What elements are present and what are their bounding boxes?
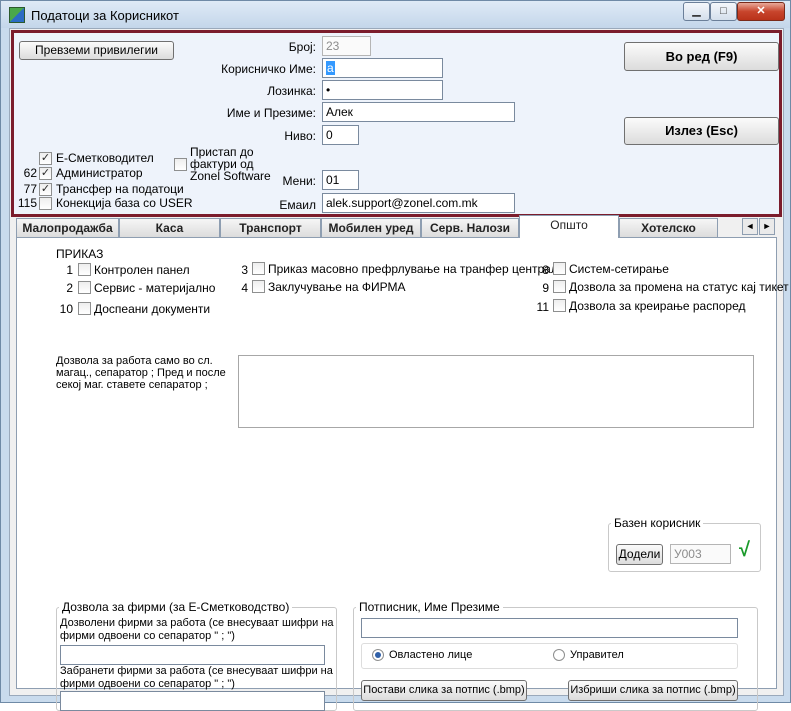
- username-label: Корисничко Име:: [221, 62, 316, 76]
- maximize-button[interactable]: □: [710, 2, 737, 21]
- level-field[interactable]: 0: [322, 125, 359, 145]
- perm-10-num: 10: [59, 302, 73, 316]
- admin-checkbox[interactable]: ✓: [39, 167, 52, 180]
- perm-10-label: Доспеани документи: [94, 302, 211, 316]
- menu-field[interactable]: 01: [322, 170, 359, 190]
- signer-title: Потписник, Име Презиме: [356, 600, 503, 614]
- tab-retail[interactable]: Малопродажба: [16, 218, 119, 237]
- allowed-firms-field[interactable]: [60, 645, 325, 665]
- perm-4-num: 4: [241, 281, 248, 295]
- tab-transport[interactable]: Транспорт: [220, 218, 321, 237]
- set-signature-button[interactable]: Постави слика за потпис (.bmp): [361, 680, 527, 701]
- firms-group: Дозвола за фирми (за Е-Сметководство) До…: [56, 600, 337, 711]
- perm-1-checkbox[interactable]: [78, 263, 91, 276]
- transfer-checkbox[interactable]: ✓: [39, 183, 52, 196]
- perm-4-label: Заклучување на ФИРМА: [268, 280, 406, 294]
- transfer-num: 77: [23, 182, 37, 196]
- authorized-radio[interactable]: [372, 649, 384, 661]
- perm-2-num: 2: [66, 281, 73, 295]
- broj-label: Број:: [288, 40, 316, 54]
- perm-10-checkbox[interactable]: [78, 302, 91, 315]
- tab-general[interactable]: Општо: [519, 215, 619, 238]
- signer-group: Потписник, Име Презиме Овластено лице Уп…: [353, 600, 758, 711]
- ok-button[interactable]: Во ред (F9): [624, 42, 779, 71]
- transfer-label: Трансфер на податоци: [56, 182, 184, 196]
- perm-2-checkbox[interactable]: [78, 281, 91, 294]
- password-field[interactable]: •: [322, 80, 443, 100]
- perm-9-label: Дозвола за промена на статус кај тикет: [569, 280, 789, 294]
- perm-4-checkbox[interactable]: [252, 280, 265, 293]
- display-heading: ПРИКАЗ: [56, 247, 104, 261]
- perm-9-checkbox[interactable]: [553, 280, 566, 293]
- fullname-field[interactable]: Алек: [322, 102, 515, 122]
- perm-2-label: Сервис - материјално: [94, 281, 216, 295]
- username-value: a: [326, 61, 335, 75]
- broj-field[interactable]: 23: [322, 36, 371, 56]
- base-user-field[interactable]: У003: [670, 544, 731, 564]
- firms-title: Дозвола за фирми (за Е-Сметководство): [59, 600, 293, 614]
- usb-label: Конекција база со USER: [56, 196, 193, 210]
- perm-11-num: 11: [536, 300, 549, 314]
- e-accountant-checkbox[interactable]: ✓: [39, 152, 52, 165]
- usb-checkbox[interactable]: [39, 197, 52, 210]
- zonel-access-checkbox[interactable]: [174, 158, 187, 171]
- tab-cash[interactable]: Каса: [119, 218, 220, 237]
- signer-role-box: Овластено лице Управител: [361, 643, 738, 669]
- usb-num: 115: [17, 196, 37, 210]
- base-user-group: Базен корисник Додели У003 √: [608, 516, 761, 572]
- tab-panel-general: ПРИКАЗ 1 Контролен панел 2 Сервис - мате…: [16, 237, 789, 711]
- username-field[interactable]: a: [322, 58, 443, 78]
- tab-scroll-left[interactable]: ◄: [742, 218, 758, 235]
- fullname-label: Име и Презиме:: [226, 106, 316, 120]
- manager-label: Управител: [570, 649, 624, 661]
- perm-3-num: 3: [241, 263, 248, 277]
- user-header-panel: Превземи привилегии Број: 23 Корисничко …: [11, 30, 782, 217]
- base-user-title: Базен корисник: [611, 516, 704, 530]
- delete-signature-button[interactable]: Избриши слика за потпис (.bmp): [568, 680, 738, 701]
- zonel-access-label: Пристап до фактури од Zonel Software: [190, 145, 271, 183]
- privileges-button[interactable]: Превземи привилегии: [19, 41, 174, 60]
- close-button[interactable]: ✕: [737, 2, 785, 21]
- level-label: Ниво:: [284, 129, 316, 143]
- authorized-label: Овластено лице: [389, 649, 473, 661]
- tab-scroll-right[interactable]: ►: [759, 218, 775, 235]
- app-icon: [9, 7, 25, 23]
- app-window: Податоци за Корисникот ▁ □ ✕ Превземи пр…: [0, 0, 791, 711]
- perm-1-num: 1: [66, 263, 73, 277]
- admin-num: 62: [23, 166, 37, 180]
- email-field[interactable]: alek.support@zonel.com.mk: [322, 193, 515, 213]
- banned-firms-label: Забранети фирми за работа (се внесуваат …: [60, 665, 333, 690]
- banned-firms-field[interactable]: [60, 691, 325, 711]
- perm-9-num: 9: [542, 281, 549, 295]
- exit-button[interactable]: Излез (Esc): [624, 117, 779, 145]
- perm-8-num: 8: [542, 263, 549, 277]
- signer-name-field[interactable]: [361, 618, 738, 638]
- manager-radio[interactable]: [553, 649, 565, 661]
- tab-hotel[interactable]: Хотелско: [619, 218, 718, 237]
- assign-button[interactable]: Додели: [616, 544, 663, 565]
- perm-11-checkbox[interactable]: [553, 299, 566, 312]
- perm-11-label: Дозвола за креирање распоред: [569, 299, 746, 313]
- warehouse-note: Дозвола за работа само во сл. магац., се…: [56, 355, 226, 391]
- perm-1-label: Контролен панел: [94, 263, 190, 277]
- client-area: Превземи привилегии Број: 23 Корисничко …: [9, 28, 789, 711]
- e-accountant-label: Е-Сметководител: [56, 151, 154, 165]
- minimize-button[interactable]: ▁: [683, 2, 710, 21]
- perm-8-label: Систем-сетирање: [569, 262, 669, 276]
- window-title: Податоци за Корисникот: [31, 8, 179, 23]
- admin-label: Администратор: [56, 166, 143, 180]
- tab-mobile[interactable]: Мобилен уред: [321, 218, 421, 237]
- check-icon: √: [739, 539, 750, 561]
- perm-8-checkbox[interactable]: [553, 262, 566, 275]
- allowed-firms-label: Дозволени фирми за работа (се внесуваат …: [60, 617, 334, 642]
- tab-service-orders[interactable]: Серв. Налози: [421, 218, 519, 237]
- tab-strip: Малопродажба Каса Транспорт Мобилен уред…: [16, 215, 776, 238]
- password-label: Лозинка:: [267, 84, 316, 98]
- title-bar: Податоци за Корисникот ▁ □ ✕: [1, 1, 790, 28]
- email-label: Емаил: [279, 198, 316, 212]
- warehouse-memo[interactable]: [238, 355, 754, 428]
- perm-3-checkbox[interactable]: [252, 262, 265, 275]
